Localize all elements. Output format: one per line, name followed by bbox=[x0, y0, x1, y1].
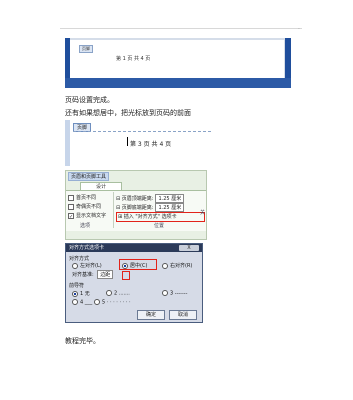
ribbon-screenshot: 页眉和页脚工具 设计 首页不同 奇偶页不同 ✓ 显示文档文字 选项 ⊟ 页眉顶端距… bbox=[65, 170, 207, 240]
group-options-label: 选项 bbox=[80, 223, 91, 229]
header-top-distance: ⊟ 页眉顶端距离: 1.25 厘米 bbox=[116, 194, 185, 203]
paragraph-2: 还有如果想居中，把光标放到页码的前面 bbox=[65, 109, 191, 117]
radio-align-left[interactable]: 左对齐(L) bbox=[72, 262, 102, 269]
radio-icon bbox=[94, 299, 100, 305]
radio-leader-5[interactable]: 5 · · · · · · · · bbox=[94, 299, 131, 306]
checkbox-checked-icon: ✓ bbox=[68, 212, 74, 220]
radio-icon bbox=[72, 299, 78, 305]
radio-icon bbox=[106, 290, 112, 296]
checkbox-icon bbox=[68, 194, 74, 201]
tab-design[interactable]: 设计 bbox=[80, 182, 122, 190]
leader-section-label: 前导符 bbox=[69, 283, 85, 289]
group-separator bbox=[113, 192, 114, 228]
radio-leader-4[interactable]: 4 ___ bbox=[72, 299, 92, 306]
checkbox-first-page[interactable]: 首页不同 bbox=[68, 194, 96, 201]
header-icon: ⊟ bbox=[116, 196, 121, 202]
radio-icon bbox=[162, 290, 168, 296]
page-area: 页脚 第 1 页 共 4 页 bbox=[70, 40, 284, 78]
top-mark: . bbox=[298, 24, 300, 31]
radio-selected-icon bbox=[72, 290, 78, 297]
header-top-input[interactable]: 1.25 厘米 bbox=[155, 194, 185, 203]
top-divider bbox=[60, 28, 302, 29]
checkbox-odd-even[interactable]: 奇偶页不同 bbox=[68, 203, 101, 210]
align-base-select[interactable]: 边距 bbox=[97, 270, 114, 279]
radio-icon bbox=[162, 262, 168, 269]
checkbox-show-text[interactable]: ✓ 显示文档文字 bbox=[68, 212, 106, 220]
radio-align-right[interactable]: 右对齐(R) bbox=[162, 262, 192, 269]
side-mark: 关 bbox=[200, 210, 206, 216]
radio-icon bbox=[72, 262, 78, 269]
footer-screenshot-1: 页脚 第 1 页 共 4 页 bbox=[65, 38, 291, 88]
bottom-border bbox=[65, 78, 291, 88]
dialog-title: 对齐方式选项卡 bbox=[69, 245, 105, 251]
radio-leader-none[interactable]: 1 无 bbox=[72, 290, 90, 297]
footer-tag: 页脚 bbox=[79, 45, 93, 53]
group-position-label: 位置 bbox=[154, 223, 165, 229]
page-number-text: 第 3 页 共 4 页 bbox=[130, 141, 172, 148]
footer-screenshot-2: 页脚 第 3 页 共 4 页 bbox=[65, 120, 211, 166]
highlight-box bbox=[116, 212, 205, 222]
align-tab-dialog: 对齐方式选项卡 X 对齐方式 左对齐(L) 居中(C) 右对齐(R) 对齐基准:… bbox=[65, 243, 203, 323]
footer-bottom-distance: ⊟ 页脚底端距离: 1.25 厘米 bbox=[116, 203, 185, 212]
text-cursor bbox=[127, 137, 128, 146]
left-strip bbox=[65, 120, 70, 166]
highlight-box bbox=[122, 271, 130, 280]
close-button[interactable]: X bbox=[179, 245, 199, 251]
align-section-label: 对齐方式 bbox=[69, 256, 90, 262]
footer-dashed-line bbox=[73, 131, 211, 132]
align-base-row: 对齐基准: 边距 bbox=[72, 270, 114, 279]
radio-leader-3[interactable]: 3 ------- bbox=[162, 290, 187, 297]
paragraph-1: 页码设置完成。 bbox=[65, 96, 114, 104]
ok-button[interactable]: 确定 bbox=[137, 310, 165, 320]
page-number-text: 第 1 页 共 4 页 bbox=[116, 56, 151, 62]
paragraph-3: 教程完毕。 bbox=[65, 337, 100, 345]
ribbon-tools-title: 页眉和页脚工具 bbox=[68, 172, 110, 181]
radio-leader-2[interactable]: 2 ....... bbox=[106, 290, 130, 297]
footer-icon: ⊟ bbox=[116, 205, 121, 211]
footer-bottom-input[interactable]: 1.25 厘米 bbox=[155, 203, 185, 212]
cancel-button[interactable]: 取消 bbox=[169, 310, 197, 320]
highlight-box bbox=[119, 259, 157, 270]
checkbox-icon bbox=[68, 203, 74, 210]
